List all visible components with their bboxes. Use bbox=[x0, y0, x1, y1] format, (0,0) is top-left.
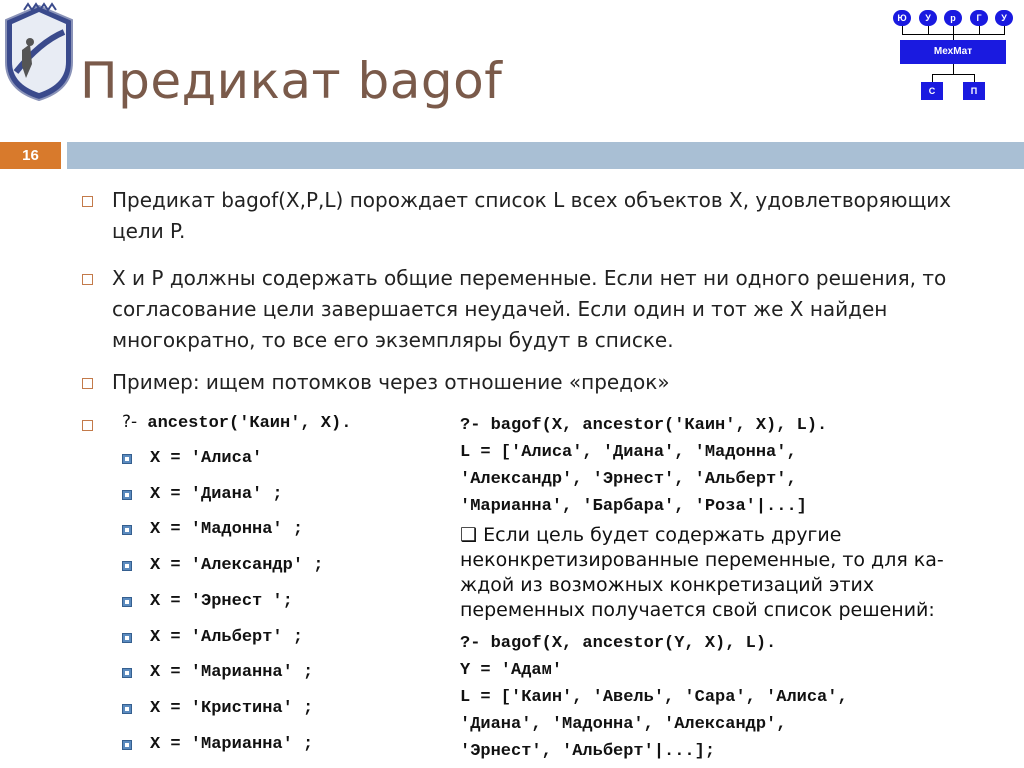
connector bbox=[953, 64, 954, 74]
code-line: Y = 'Адам' bbox=[460, 661, 563, 680]
diagram-node: С bbox=[921, 82, 943, 100]
connector bbox=[974, 74, 975, 82]
checkbox-icon: ❑ bbox=[460, 524, 478, 546]
bullet-text: Пример: ищем потомков через отношение «п… bbox=[112, 370, 670, 394]
bullet-text: многократно, то все его экземпляры будут… bbox=[112, 328, 674, 352]
bullet-text: Предикат bagof(X,P,L) порождает список L… bbox=[112, 188, 952, 212]
connector bbox=[902, 26, 903, 34]
slide-number: 16 bbox=[0, 142, 61, 169]
mehmat-diagram: Ю У р Г У МехМат С П bbox=[890, 8, 1020, 104]
square-bullet-icon bbox=[122, 525, 132, 535]
square-bullet-icon bbox=[122, 597, 132, 607]
bullet-square-icon bbox=[82, 274, 93, 285]
connector bbox=[953, 26, 954, 34]
square-bullet-icon bbox=[122, 454, 132, 464]
code-line: ?- bagof(X, ancestor(Y, X), L). bbox=[460, 634, 777, 653]
note-line: неконкретизированные переменные, то для … bbox=[460, 549, 944, 571]
connector bbox=[979, 26, 980, 34]
square-bullet-icon bbox=[122, 704, 132, 714]
university-emblem-logo bbox=[5, 2, 73, 102]
square-bullet-icon bbox=[122, 740, 132, 750]
connector bbox=[1004, 26, 1005, 34]
diagram-node: У bbox=[995, 10, 1013, 26]
query-prefix: ?- bbox=[122, 412, 138, 432]
query-line: ?- ancestor('Каин', X). bbox=[122, 412, 351, 433]
query-code: ancestor('Каин', X). bbox=[137, 414, 352, 433]
code-line: L = ['Алиса', 'Диана', 'Мадонна', bbox=[460, 443, 797, 462]
code-line: 'Диана', 'Мадонна', 'Александр', bbox=[460, 715, 787, 734]
note-line: переменных получается свой список решени… bbox=[460, 599, 935, 621]
square-bullet-icon bbox=[122, 633, 132, 643]
code-line: 'Александр', 'Эрнест', 'Альберт', bbox=[460, 470, 797, 489]
diagram-node: Ю bbox=[893, 10, 911, 26]
square-bullet-icon bbox=[122, 490, 132, 500]
code-line: ?- bagof(X, ancestor('Каин', X), L). bbox=[460, 416, 828, 435]
square-bullet-icon bbox=[122, 668, 132, 678]
connector bbox=[932, 74, 974, 75]
note-line: ждой из возможных конкретизаций этих bbox=[460, 574, 875, 596]
bullet-square-icon bbox=[82, 420, 93, 431]
diagram-node: П bbox=[963, 82, 985, 100]
diagram-center-node: МехМат bbox=[900, 40, 1006, 64]
bullet-text: X и P должны содержать общие переменные.… bbox=[112, 266, 947, 290]
square-bullet-icon bbox=[122, 561, 132, 571]
header-bar bbox=[67, 142, 1024, 169]
page-title: Предикат bagof bbox=[80, 52, 503, 110]
bullet-text: согласование цели завершается неудачей. … bbox=[112, 297, 888, 321]
code-line: 'Марианна', 'Барбара', 'Роза'|...] bbox=[460, 497, 807, 516]
note-line: ❑ Если цель будет содержать другие bbox=[460, 524, 842, 546]
code-line: L = ['Каин', 'Авель', 'Сара', 'Алиса', bbox=[460, 688, 848, 707]
bullet-square-icon bbox=[82, 378, 93, 389]
connector bbox=[932, 74, 933, 82]
bullet-text: цели P. bbox=[112, 219, 186, 243]
diagram-node: р bbox=[944, 10, 962, 26]
diagram-node: Г bbox=[970, 10, 988, 26]
connector bbox=[928, 26, 929, 34]
diagram-node: У bbox=[919, 10, 937, 26]
bullet-square-icon bbox=[82, 196, 93, 207]
code-line: 'Эрнест', 'Альберт'|...]; bbox=[460, 742, 716, 761]
